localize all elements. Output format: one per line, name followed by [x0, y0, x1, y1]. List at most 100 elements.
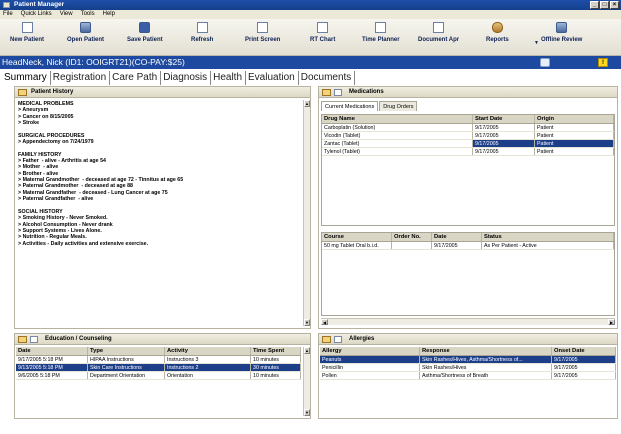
allergies-panel: Allergies Allergy Response Onset Date Pe… — [318, 333, 618, 419]
tab-evaluation[interactable]: Evaluation — [246, 71, 299, 85]
refresh-label: Refresh — [191, 37, 214, 43]
start-date: 9/17/2005 — [473, 132, 535, 139]
rt-chart-label: RT Chart — [310, 37, 336, 43]
table-row[interactable]: Penicillin Skin Rashes/Hives 9/17/2005 — [320, 364, 616, 372]
drug-name: Vicodin (Tablet) — [322, 132, 473, 139]
tab-diagnosis[interactable]: Diagnosis — [161, 71, 212, 85]
menu-help[interactable]: Help — [103, 10, 115, 19]
drug-name: Carboplatin (Solution) — [322, 124, 473, 131]
save-icon — [139, 22, 151, 33]
allergy: Pollen — [320, 372, 420, 379]
scroll-down-icon[interactable]: ▼ — [304, 409, 310, 416]
column-header[interactable]: Response — [420, 347, 552, 355]
table-row[interactable]: Vicodin (Tablet) 9/17/2005 Patient — [322, 132, 614, 140]
patient-name: HeadNeck, Nick (ID1: OOIGRT21)(CO-PAY:$2… — [2, 57, 185, 67]
column-header[interactable]: Allergy — [320, 347, 420, 355]
patient-card-icon[interactable] — [540, 58, 550, 67]
table-row[interactable]: 50 mg Tablet Oral b.i.d. 9/17/2005 As Pe… — [322, 242, 614, 250]
document-apr-label: Document Apr — [418, 37, 460, 43]
new-patient-button[interactable]: New Patient — [10, 22, 44, 43]
history-scrollbar[interactable]: ▲ ▼ — [303, 100, 310, 326]
main-tabs: Summary Registration Care Path Diagnosis… — [2, 71, 356, 85]
document-icon — [433, 22, 445, 33]
toolbar: New Patient Open Patient Save Patient Re… — [0, 19, 621, 56]
offline-review-button[interactable]: ▼ Offline Review — [534, 22, 583, 46]
column-header[interactable]: Time Spent — [251, 347, 301, 355]
new-patient-label: New Patient — [10, 37, 45, 43]
menu-tools[interactable]: Tools — [81, 10, 95, 19]
column-header[interactable]: Order No. — [392, 233, 432, 241]
folder-icon — [322, 89, 331, 96]
activity: Instructions 3 — [165, 356, 251, 363]
table-row[interactable]: Peanuts Skin Rashes/Hives, Asthma/Shortn… — [320, 356, 616, 364]
table-row[interactable]: 9/13/2005 5:18 PM Skin Care Instructions… — [16, 364, 301, 372]
menu-quick-links[interactable]: Quick Links — [21, 10, 52, 19]
medications-grid-header: Drug Name Start Date Origin — [322, 115, 614, 124]
column-header[interactable]: Activity — [165, 347, 251, 355]
status: As Per Patient - Active — [482, 242, 614, 249]
column-header[interactable]: Type — [88, 347, 165, 355]
column-header[interactable]: Origin — [535, 115, 614, 123]
allergies-title: Allergies — [349, 336, 375, 342]
column-header[interactable]: Date — [432, 233, 482, 241]
medications-subtabs: Current Medications Drug Orders — [321, 101, 418, 111]
response: Asthma/Shortness of Breath — [420, 372, 552, 379]
alert-icon[interactable]: ! — [598, 58, 608, 67]
scroll-left-icon[interactable]: ◀ — [321, 319, 328, 325]
rt-chart-button[interactable]: RT Chart — [310, 22, 335, 43]
dropdown-arrow-icon[interactable]: ▼ — [534, 40, 539, 46]
tab-summary[interactable]: Summary — [2, 71, 51, 85]
tab-current-medications[interactable]: Current Medications — [321, 101, 379, 111]
column-header[interactable]: Course — [322, 233, 392, 241]
education-scrollbar[interactable]: ▲ ▼ — [303, 347, 310, 416]
scroll-right-icon[interactable]: ▶ — [608, 319, 615, 325]
column-header[interactable]: Drug Name — [322, 115, 473, 123]
print-screen-button[interactable]: Print Screen — [245, 22, 280, 43]
offline-review-label: Offline Review — [541, 37, 583, 43]
tab-documents[interactable]: Documents — [299, 71, 356, 85]
open-patient-button[interactable]: Open Patient — [67, 22, 104, 43]
document-apr-button[interactable]: Document Apr — [418, 22, 459, 43]
scroll-up-icon[interactable]: ▲ — [304, 347, 310, 354]
allergy: Peanuts — [320, 356, 420, 363]
tab-registration[interactable]: Registration — [51, 71, 111, 85]
tab-health[interactable]: Health — [211, 71, 247, 85]
patient-history-panel: Patient History MEDICAL PROBLEMS > Aneur… — [14, 86, 311, 329]
menu-file[interactable]: File — [3, 10, 13, 19]
reports-icon — [491, 22, 503, 33]
table-row[interactable]: 9/17/2005 5:18 PM HIPAA Instructions Ins… — [16, 356, 301, 364]
tab-drug-orders[interactable]: Drug Orders — [379, 101, 418, 111]
reports-button[interactable]: Reports — [486, 22, 509, 43]
table-row[interactable]: Pollen Asthma/Shortness of Breath 9/17/2… — [320, 372, 616, 380]
allergy: Penicillin — [320, 364, 420, 371]
medications-hscrollbar[interactable]: ◀ ▶ — [321, 318, 615, 325]
allergies-header: Allergies — [319, 334, 617, 345]
response: Skin Rashes/Hives, Asthma/Shortness of..… — [420, 356, 552, 363]
time-planner-button[interactable]: Time Planner — [362, 22, 400, 43]
course: 50 mg Tablet Oral b.i.d. — [322, 242, 392, 249]
table-row[interactable]: Zantac (Tablet) 9/17/2005 Patient — [322, 140, 614, 148]
offline-review-icon — [556, 22, 568, 33]
table-row[interactable]: Tylenol (Tablet) 9/17/2005 Patient — [322, 148, 614, 156]
column-header[interactable]: Start Date — [473, 115, 535, 123]
tab-care-path[interactable]: Care Path — [110, 71, 162, 85]
allergies-grid: Allergy Response Onset Date Peanuts Skin… — [320, 347, 616, 417]
drug-name: Tylenol (Tablet) — [322, 148, 473, 155]
scroll-down-icon[interactable]: ▼ — [304, 319, 310, 326]
table-row[interactable]: 9/6/2005 5:18 PM Department Orientation … — [16, 372, 301, 380]
table-row[interactable]: Carboplatin (Solution) 9/17/2005 Patient — [322, 124, 614, 132]
minimize-button[interactable]: _ — [590, 1, 599, 9]
education-grid: Date Type Activity Time Spent 9/17/2005 … — [16, 347, 301, 417]
maximize-button[interactable]: □ — [600, 1, 609, 9]
scroll-up-icon[interactable]: ▲ — [304, 100, 310, 107]
refresh-button[interactable]: Refresh — [191, 22, 213, 43]
save-patient-button[interactable]: Save Patient — [127, 22, 163, 43]
menu-view[interactable]: View — [60, 10, 73, 19]
close-button[interactable]: × — [610, 1, 619, 9]
column-header[interactable]: Onset Date — [552, 347, 616, 355]
open-patient-icon — [80, 22, 91, 33]
column-header[interactable]: Date — [16, 347, 88, 355]
column-header[interactable]: Status — [482, 233, 614, 241]
list-icon — [334, 89, 342, 96]
start-date: 9/17/2005 — [473, 124, 535, 131]
